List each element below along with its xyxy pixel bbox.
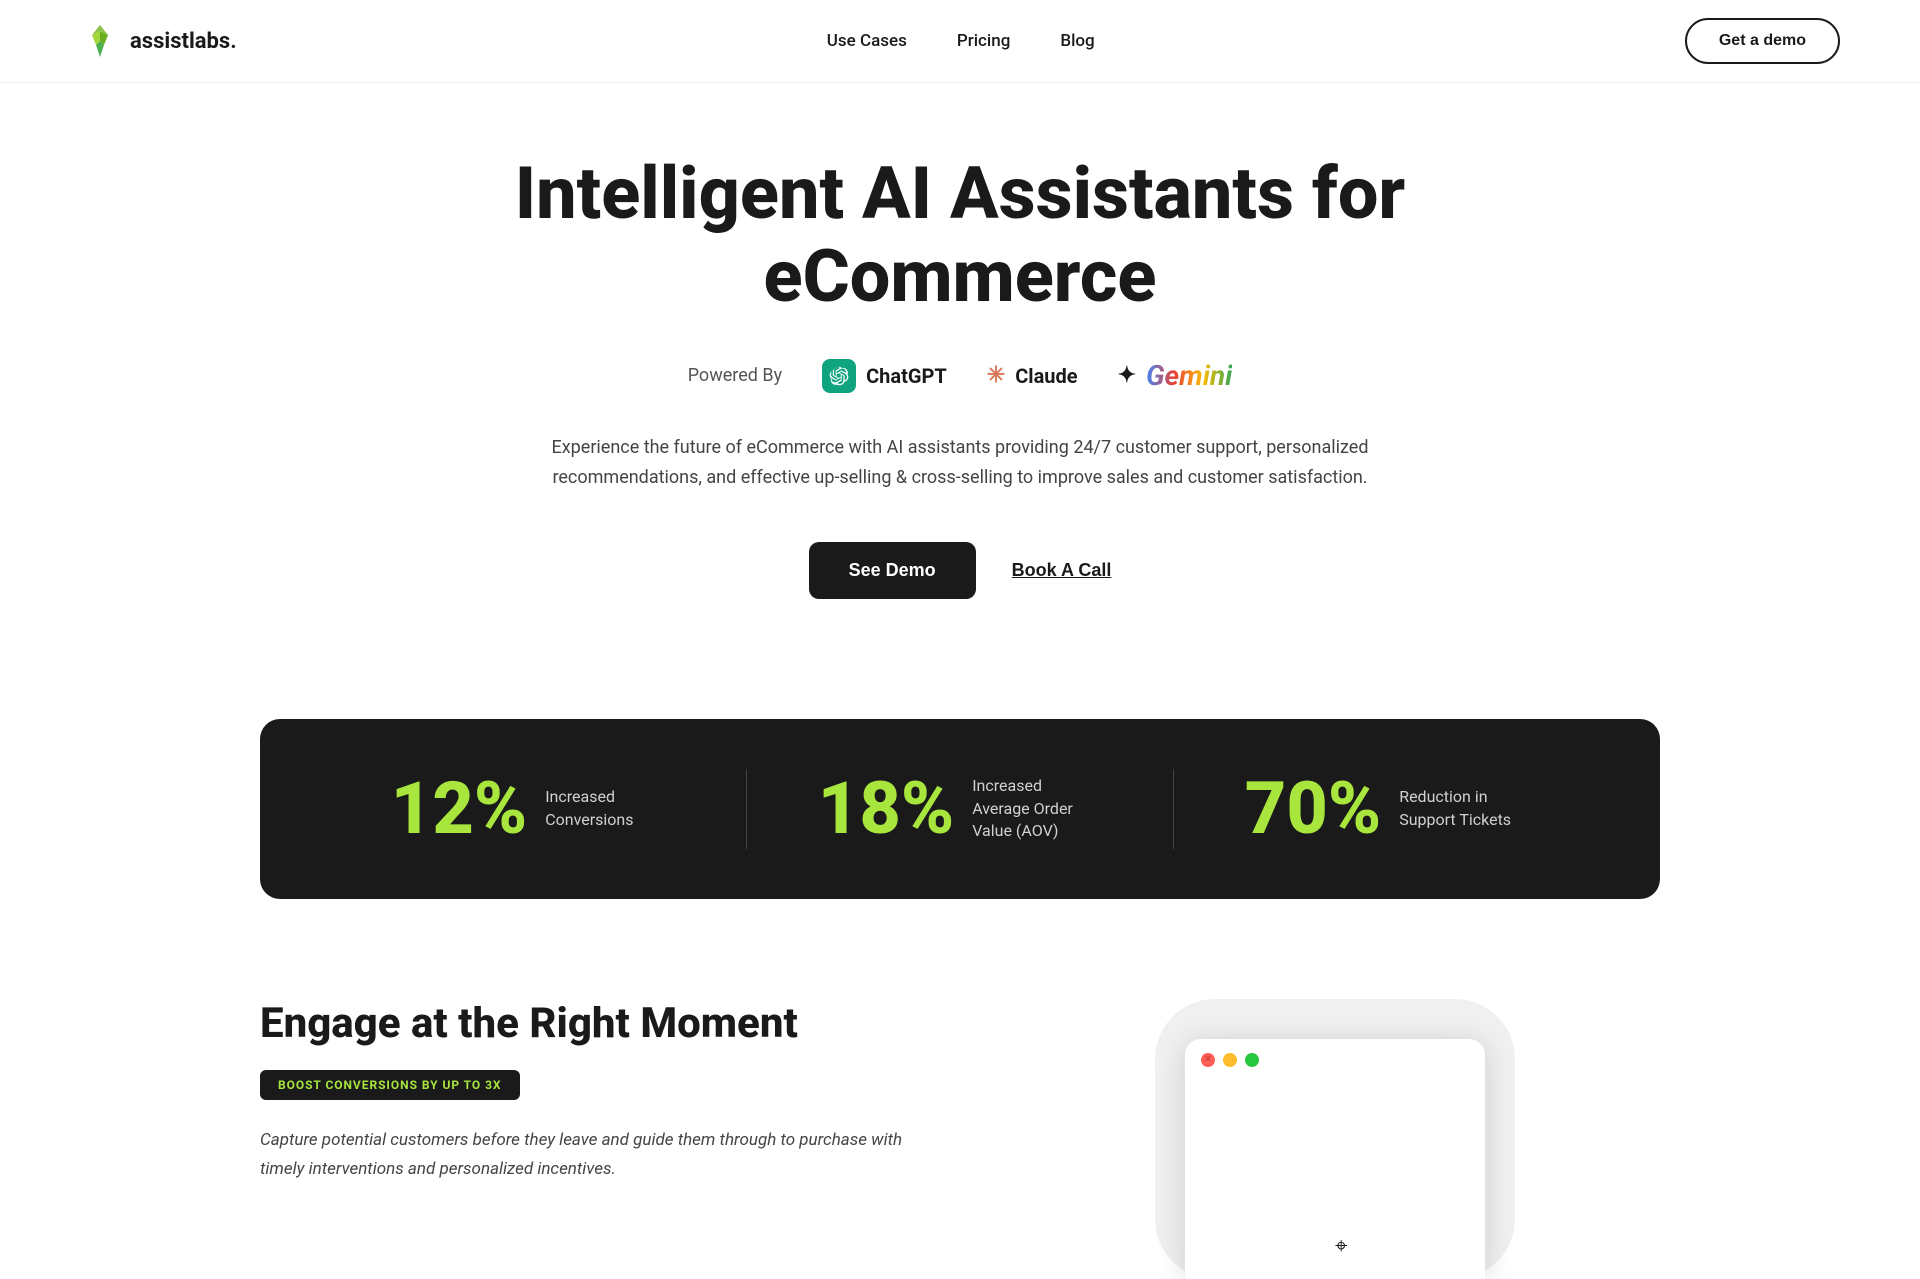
engage-badge: BOOST CONVERSIONS BY UP TO 3X xyxy=(260,1070,520,1100)
nav-links: Use Cases Pricing Blog xyxy=(827,31,1095,51)
nav-item-blog[interactable]: Blog xyxy=(1060,31,1094,51)
browser-dot-yellow xyxy=(1223,1053,1237,1067)
engage-section: Engage at the Right Moment BOOST CONVERS… xyxy=(0,969,1920,1279)
chatgpt-icon xyxy=(822,359,856,393)
stat-label-aov: Increased Average Order Value (AOV) xyxy=(972,775,1102,842)
stats-banner: 12% Increased Conversions 18% Increased … xyxy=(260,719,1660,899)
engage-title: Engage at the Right Moment xyxy=(260,999,910,1048)
gemini-icon: ✦ xyxy=(1118,363,1136,388)
engage-left: Engage at the Right Moment BOOST CONVERS… xyxy=(260,999,910,1184)
chatgpt-brand: ChatGPT xyxy=(822,359,947,393)
hero-description: Experience the future of eCommerce with … xyxy=(550,433,1370,494)
stat-label-conversions: Increased Conversions xyxy=(545,786,675,831)
powered-by-row: Powered By ChatGPT ✳ Claude ✦ Gemini xyxy=(200,359,1720,393)
browser-dot-green xyxy=(1245,1053,1259,1067)
book-call-button[interactable]: Book A Call xyxy=(1012,560,1112,581)
engage-description: Capture potential customers before they … xyxy=(260,1126,910,1184)
powered-by-label: Powered By xyxy=(688,365,782,386)
stat-number-aov: 18% xyxy=(818,773,954,845)
nav-item-pricing[interactable]: Pricing xyxy=(957,31,1011,51)
nav-item-use-cases[interactable]: Use Cases xyxy=(827,31,907,51)
cta-row: See Demo Book A Call xyxy=(200,542,1720,599)
stat-item-aov: 18% Increased Average Order Value (AOV) xyxy=(747,773,1173,845)
browser-dot-red: ✕ xyxy=(1201,1053,1215,1067)
gemini-brand: ✦ Gemini xyxy=(1118,359,1233,392)
get-demo-button[interactable]: Get a demo xyxy=(1685,18,1840,64)
logo-icon xyxy=(80,21,120,61)
stat-label-tickets: Reduction in Support Tickets xyxy=(1399,786,1529,831)
stat-number-conversions: 12% xyxy=(391,773,527,845)
logo[interactable]: assistlabs. xyxy=(80,21,237,61)
browser-dots: ✕ xyxy=(1201,1053,1469,1067)
logo-text: assistlabs. xyxy=(130,29,237,54)
browser-mockup: ✕ ⌖ xyxy=(1155,999,1515,1279)
claude-icon: ✳ xyxy=(987,363,1005,388)
stat-item-conversions: 12% Increased Conversions xyxy=(320,773,746,845)
chatgpt-label: ChatGPT xyxy=(866,364,947,388)
see-demo-button[interactable]: See Demo xyxy=(809,542,976,599)
gemini-label: Gemini xyxy=(1146,359,1232,392)
claude-brand: ✳ Claude xyxy=(987,363,1078,388)
engage-right: ✕ ⌖ xyxy=(1010,999,1660,1279)
navbar: assistlabs. Use Cases Pricing Blog Get a… xyxy=(0,0,1920,83)
hero-section: Intelligent AI Assistants for eCommerce … xyxy=(0,83,1920,719)
claude-label: Claude xyxy=(1015,364,1077,388)
cursor-icon: ⌖ xyxy=(1335,1234,1347,1259)
stat-number-tickets: 70% xyxy=(1245,773,1381,845)
hero-title: Intelligent AI Assistants for eCommerce xyxy=(200,153,1720,319)
stat-item-tickets: 70% Reduction in Support Tickets xyxy=(1174,773,1600,845)
